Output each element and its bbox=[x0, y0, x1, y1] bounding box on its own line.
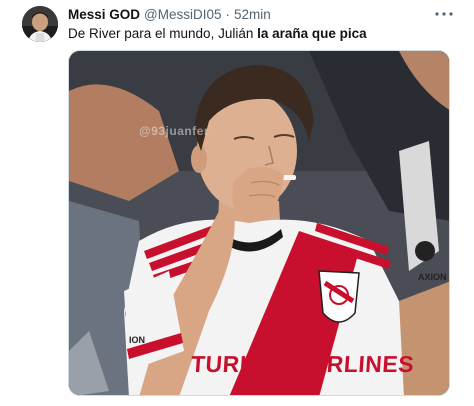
media-photo bbox=[69, 51, 449, 395]
sleeve-brand-right: AXION bbox=[418, 272, 447, 282]
avatar-photo-icon bbox=[22, 6, 58, 42]
more-options-icon bbox=[435, 12, 453, 16]
tweet: Messi GOD @MessiDI05 · 52min De River pa… bbox=[0, 0, 474, 406]
shirt-sponsor-text: TURKISH AIRLINES bbox=[190, 351, 416, 377]
separator-dot: · bbox=[225, 7, 231, 22]
avatar[interactable] bbox=[22, 6, 58, 42]
sleeve-brand-left: ION bbox=[129, 335, 146, 345]
display-name[interactable]: Messi GOD bbox=[68, 6, 140, 24]
tweet-media[interactable]: @93juanfer TURKISH AIRLINES ION AXION bbox=[68, 50, 450, 396]
tweet-text-plain: De River para el mundo, Julián bbox=[68, 26, 258, 41]
user-handle[interactable]: @MessiDI05 bbox=[144, 6, 221, 24]
tweet-header: Messi GOD @MessiDI05 · 52min bbox=[68, 6, 271, 24]
tweet-text-bold: la araña que pica bbox=[257, 26, 367, 41]
timestamp[interactable]: 52min bbox=[234, 6, 271, 24]
tweet-text: De River para el mundo, Julián la araña … bbox=[68, 25, 367, 43]
media-watermark: @93juanfer bbox=[139, 124, 210, 138]
more-options-button[interactable] bbox=[432, 4, 456, 24]
